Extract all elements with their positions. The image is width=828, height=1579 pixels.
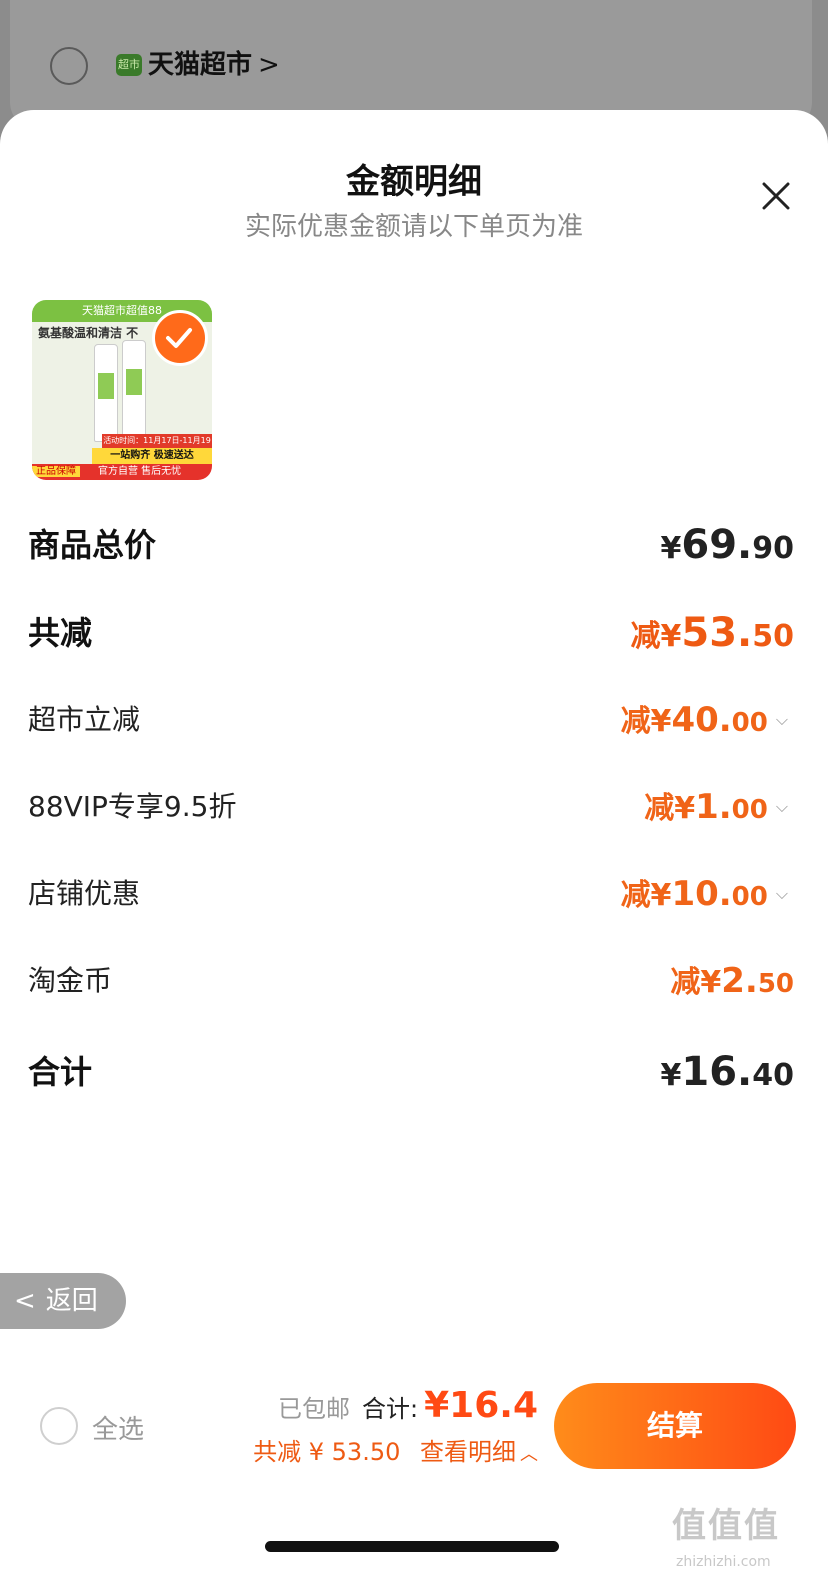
amount-details-sheet: 金额明细 实际优惠金额请以下单页为准 天猫超市超值88 氨基酸温和清洁 不 活动…: [0, 110, 828, 1579]
row-total-price: 商品总价 ¥69.90: [28, 515, 794, 575]
chevron-right-icon: >: [258, 50, 280, 80]
store-discount-label: 店铺优惠: [28, 877, 141, 910]
row-sum: 合计 ¥16.40: [28, 1042, 794, 1102]
checkout-button[interactable]: 结算: [554, 1383, 796, 1469]
home-indicator[interactable]: [265, 1541, 559, 1552]
total-discount-label: 共减: [28, 614, 93, 652]
row-vip-discount[interactable]: 88VIP专享9.5折 减¥1.00 ⌵: [28, 777, 794, 837]
vip-discount-amount: 减¥1.00 ⌵: [644, 777, 788, 843]
close-icon: [762, 182, 790, 210]
chevron-down-icon[interactable]: ⌵: [776, 690, 788, 750]
row-supermarket-discount[interactable]: 超市立减 减¥40.00 ⌵: [28, 690, 794, 750]
total-discount-amount: 减¥53.50: [631, 603, 794, 671]
amount-integer: 1.: [695, 787, 732, 827]
amount-decimal: 50: [752, 619, 794, 654]
store-discount-amount: 减¥10.00 ⌵: [621, 864, 788, 930]
amount-integer: 69.: [681, 522, 753, 568]
checkmark-icon: [166, 328, 192, 348]
back-button[interactable]: < 返回: [0, 1273, 126, 1329]
bottom-sum-label: 合计:: [362, 1395, 419, 1423]
amount-decimal: 00: [731, 795, 768, 825]
thumb-guarantee-right: 官方自营 售后无忧: [98, 466, 182, 477]
thumb-promo-slogan: 一站购齐 极速送达: [92, 448, 212, 464]
select-all-radio[interactable]: [40, 1407, 78, 1445]
coins-discount-label: 淘金币: [28, 964, 113, 997]
discount-prefix: 减¥: [630, 619, 682, 654]
amount-integer: 53.: [681, 610, 753, 656]
amount-integer: 40.: [671, 700, 732, 740]
shipping-status: 已包邮: [278, 1395, 351, 1423]
currency-prefix: ¥: [660, 531, 682, 566]
thumb-promo-date: 活动时间：11月17日-11月19日: [102, 434, 212, 459]
sheet-subtitle: 实际优惠金额请以下单页为准: [244, 212, 583, 242]
amount-decimal: 00: [731, 708, 768, 738]
chevron-left-icon: <: [14, 1286, 36, 1316]
supermarket-discount-amount: 减¥40.00 ⌵: [621, 690, 788, 756]
amount-integer: 2.: [721, 961, 758, 1001]
row-coins-discount: 淘金币 减¥2.50: [28, 951, 794, 1011]
shop-name[interactable]: 天猫超市 >: [148, 48, 280, 82]
discount-prefix: 减¥: [620, 878, 672, 913]
product-tube-image: [94, 344, 118, 442]
selected-check-badge[interactable]: [152, 310, 208, 366]
sum-label: 合计: [28, 1053, 93, 1091]
tmall-supermarket-icon: 超市: [116, 54, 142, 76]
row-total-discount: 共减 减¥53.50: [28, 603, 794, 663]
bottom-sum-value: ¥16.4: [424, 1385, 538, 1426]
supermarket-discount-label: 超市立减: [28, 703, 141, 736]
amount-decimal: 00: [731, 882, 768, 912]
discount-prefix: 减¥: [620, 704, 672, 739]
product-tube-image: [122, 340, 146, 438]
amount-decimal: 50: [757, 969, 794, 999]
shop-select-radio[interactable]: [50, 47, 88, 85]
thumb-guarantee-bar: 正品保障 官方自营 售后无忧: [32, 464, 212, 480]
thumb-banner-line: 氨基酸温和清洁 不: [38, 326, 139, 340]
amount-decimal: 90: [752, 531, 794, 566]
total-price-amount: ¥69.90: [661, 515, 794, 583]
bottom-total-line: 已包邮 合计: ¥16.4: [278, 1385, 538, 1426]
discount-prefix: 减¥: [670, 965, 722, 1000]
coins-discount-amount: 减¥2.50: [670, 951, 794, 1017]
watermark-url: zhizhizhi.com: [676, 1554, 771, 1570]
currency-prefix: ¥: [660, 1058, 682, 1093]
chevron-up-icon: ︿: [520, 1444, 538, 1465]
sum-amount: ¥16.40: [661, 1042, 794, 1110]
view-details-link[interactable]: 共减 ¥ 53.50 查看明细 ︿: [253, 1432, 538, 1467]
product-thumbnail[interactable]: 天猫超市超值88 氨基酸温和清洁 不 活动时间：11月17日-11月19日 一站…: [32, 300, 212, 480]
amount-integer: 16.: [681, 1049, 753, 1095]
back-label: 返回: [45, 1286, 98, 1316]
bottom-discount-text: 共减 ¥ 53.50: [253, 1438, 401, 1466]
amount-integer: 10.: [671, 874, 732, 914]
shop-name-text: 天猫超市: [148, 50, 253, 80]
chevron-down-icon[interactable]: ⌵: [776, 777, 788, 837]
select-all-label: 全选: [92, 1415, 145, 1445]
row-store-discount[interactable]: 店铺优惠 减¥10.00 ⌵: [28, 864, 794, 924]
chevron-down-icon[interactable]: ⌵: [776, 864, 788, 924]
details-link-label: 查看明细: [420, 1438, 516, 1466]
thumb-guarantee-left: 正品保障: [32, 466, 80, 477]
amount-decimal: 40: [752, 1058, 794, 1093]
vip-discount-label: 88VIP专享9.5折: [28, 790, 237, 823]
sheet-title: 金额明细: [346, 162, 482, 202]
total-price-label: 商品总价: [28, 526, 157, 564]
watermark-logo: 值值值: [672, 1506, 780, 1546]
discount-prefix: 减¥: [644, 791, 696, 826]
close-button[interactable]: [756, 176, 796, 216]
